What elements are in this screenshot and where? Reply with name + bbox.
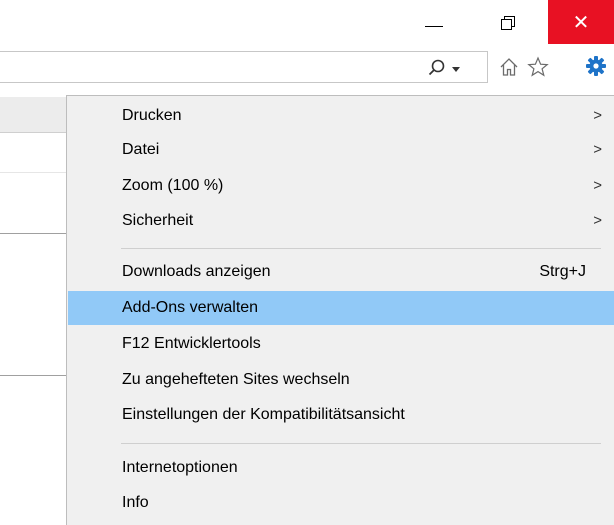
home-icon[interactable]	[498, 56, 520, 78]
menu-item-sicherheit[interactable]: Sicherheit >	[68, 204, 614, 238]
menu-item-label: Zu angehefteten Sites wechseln	[122, 371, 350, 388]
menu-item-label: Zoom (100 %)	[122, 177, 224, 194]
menu-item-compatibility-view[interactable]: Einstellungen der Kompatibilitätsansicht	[68, 398, 614, 432]
chevron-right-icon: >	[593, 212, 602, 229]
menu-item-label: Downloads anzeigen	[122, 263, 271, 280]
menu-item-datei[interactable]: Datei >	[68, 133, 614, 167]
menu-item-label: Drucken	[122, 107, 182, 124]
menu-item-label: Einstellungen der Kompatibilitätsansicht	[122, 406, 405, 423]
menu-item-info[interactable]: Info	[68, 486, 614, 520]
menu-separator	[121, 248, 601, 249]
menu-item-drucken[interactable]: Drucken >	[68, 99, 614, 133]
menu-item-zoom[interactable]: Zoom (100 %) >	[68, 169, 614, 203]
close-icon: ✕	[572, 10, 590, 34]
close-button[interactable]: ✕	[548, 0, 614, 44]
menu-item-downloads[interactable]: Downloads anzeigen Strg+J	[68, 255, 614, 289]
menu-separator	[121, 443, 601, 444]
search-icon[interactable]	[427, 58, 447, 78]
address-bar[interactable]	[0, 51, 488, 83]
gear-icon[interactable]	[585, 55, 607, 77]
menu-item-label: F12 Entwicklertools	[122, 335, 261, 352]
page-divider	[0, 233, 66, 234]
menu-item-label: Datei	[122, 141, 160, 158]
restore-button[interactable]	[484, 0, 530, 44]
minimize-icon	[425, 25, 443, 27]
chevron-right-icon: >	[593, 107, 602, 124]
page-divider	[0, 375, 66, 376]
star-icon[interactable]	[527, 56, 549, 78]
restore-icon	[500, 15, 515, 30]
menu-item-label: Internetoptionen	[122, 459, 238, 476]
search-dropdown-icon[interactable]	[452, 67, 460, 72]
menu-item-label: Add-Ons verwalten	[122, 299, 259, 316]
menu-item-pinned-sites[interactable]: Zu angehefteten Sites wechseln	[68, 363, 614, 397]
tools-menu: Drucken > Datei > Zoom (100 %) > Sicherh…	[66, 95, 614, 525]
page-divider	[0, 172, 66, 173]
menu-item-label: Sicherheit	[122, 212, 194, 229]
chevron-right-icon: >	[593, 177, 602, 194]
menu-item-label: Info	[122, 494, 149, 511]
chevron-right-icon: >	[593, 141, 602, 158]
minimize-button[interactable]	[411, 0, 457, 44]
shortcut-label: Strg+J	[539, 263, 586, 280]
page-background-band	[0, 97, 66, 133]
menu-item-add-ons[interactable]: Add-Ons verwalten	[68, 291, 614, 325]
menu-item-f12-devtools[interactable]: F12 Entwicklertools	[68, 327, 614, 361]
menu-item-internet-options[interactable]: Internetoptionen	[68, 451, 614, 485]
